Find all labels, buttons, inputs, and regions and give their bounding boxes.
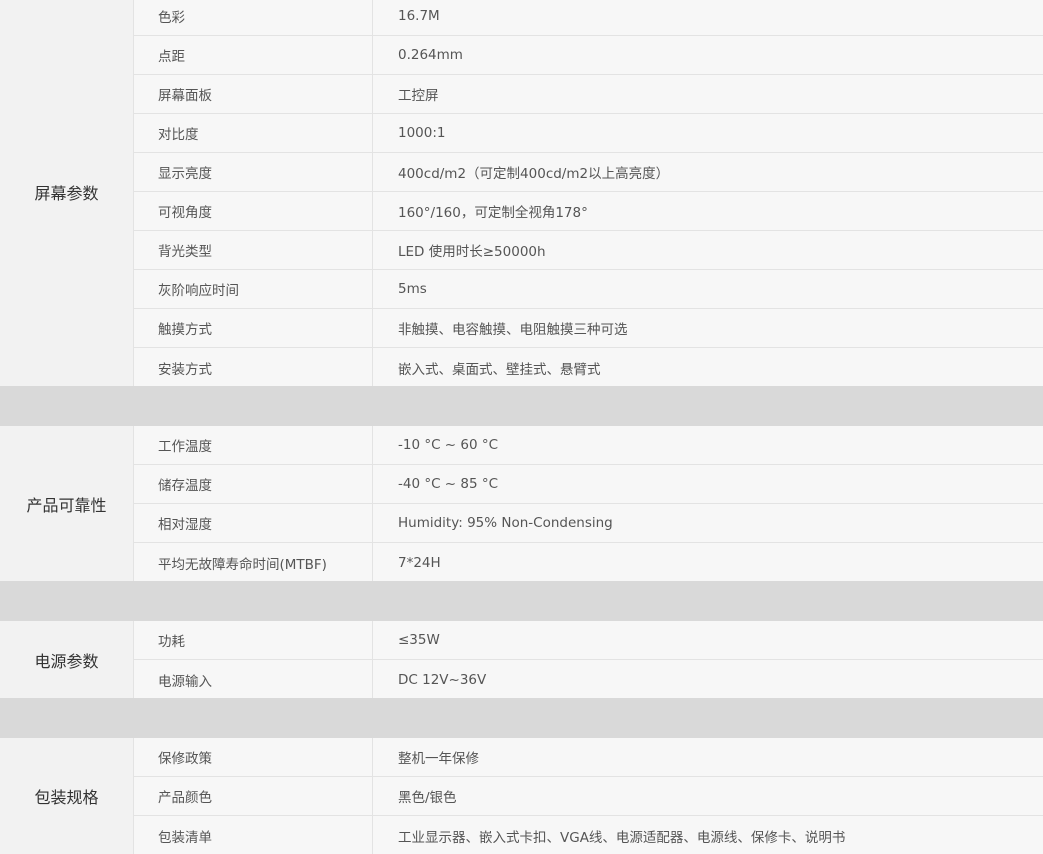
- spec-row: 产品颜色 黑色/银色: [134, 777, 1043, 816]
- spec-value: 160°/160，可定制全视角178°: [398, 205, 588, 221]
- spec-row: 点距 0.264mm: [134, 36, 1043, 75]
- spec-row: 相对湿度 Humidity: 95% Non-Condensing: [134, 504, 1043, 543]
- spec-label: 储存温度: [134, 465, 373, 503]
- spec-row: 背光类型 LED 使用时长≥50000h: [134, 231, 1043, 270]
- spec-row: 平均无故障寿命时间(MTBF) 7*24H: [134, 543, 1043, 582]
- spec-row: 灰阶响应时间 5ms: [134, 270, 1043, 309]
- spec-value: 非触摸、电容触摸、电阻触摸三种可选: [398, 322, 628, 338]
- category-label: 产品可靠性: [0, 426, 134, 581]
- spec-row: 对比度 1000:1: [134, 114, 1043, 153]
- spec-label: 安装方式: [134, 348, 373, 387]
- group-separator: [0, 698, 1043, 738]
- group-separator: [0, 386, 1043, 426]
- spec-value: LED 使用时长≥50000h: [398, 244, 546, 260]
- spec-row: 包装清单 工业显示器、嵌入式卡扣、VGA线、电源适配器、电源线、保修卡、说明书: [134, 816, 1043, 854]
- spec-label: 触摸方式: [134, 309, 373, 347]
- spec-rows: 功耗 ≤35W 电源输入 DC 12V~36V: [134, 621, 1043, 699]
- spec-value: DC 12V~36V: [398, 671, 487, 688]
- spec-label: 屏幕面板: [134, 75, 373, 113]
- spec-row: 工作温度 -10 °C ~ 60 °C: [134, 426, 1043, 465]
- spec-label: 对比度: [134, 114, 373, 152]
- spec-value: 1000:1: [398, 125, 446, 141]
- spec-value: 5ms: [398, 281, 427, 297]
- spec-value: 工控屏: [398, 88, 439, 104]
- spec-value: 7*24H: [398, 554, 441, 571]
- spec-rows: 色彩 16.7M 点距 0.264mm 屏幕面板 工控屏 对比度 1000:1 显示亮度…: [134, 0, 1043, 387]
- spec-label: 色彩: [134, 0, 373, 35]
- spec-label: 背光类型: [134, 231, 373, 269]
- spec-label: 平均无故障寿命时间(MTBF): [134, 543, 373, 582]
- spec-label: 相对湿度: [134, 504, 373, 542]
- spec-value: 400cd/m2（可定制400cd/m2以上高亮度）: [398, 166, 670, 182]
- spec-row: 屏幕面板 工控屏: [134, 75, 1043, 114]
- spec-label: 点距: [134, 36, 373, 74]
- spec-row: 可视角度 160°/160，可定制全视角178°: [134, 192, 1043, 231]
- spec-value: -10 °C ~ 60 °C: [398, 437, 499, 453]
- spec-group-power: 电源参数 功耗 ≤35W 电源输入 DC 12V~36V: [0, 621, 1043, 699]
- category-label: 电源参数: [0, 621, 134, 698]
- spec-row: 保修政策 整机一年保修: [134, 738, 1043, 777]
- spec-table: 屏幕参数 色彩 16.7M 点距 0.264mm 屏幕面板 工控屏 对比度 1000:1…: [0, 0, 1043, 854]
- spec-value: 16.7M: [398, 8, 440, 24]
- spec-row: 功耗 ≤35W: [134, 621, 1043, 660]
- spec-row: 色彩 16.7M: [134, 0, 1043, 36]
- spec-label: 工作温度: [134, 426, 373, 464]
- category-label: 包装规格: [0, 738, 134, 854]
- category-label: 屏幕参数: [0, 0, 134, 386]
- spec-label: 包装清单: [134, 816, 373, 854]
- spec-row: 电源输入 DC 12V~36V: [134, 660, 1043, 699]
- spec-group-packaging: 包装规格 保修政策 整机一年保修 产品颜色 黑色/银色 包装清单 工业显示器、嵌入式卡…: [0, 738, 1043, 854]
- spec-group-screen: 屏幕参数 色彩 16.7M 点距 0.264mm 屏幕面板 工控屏 对比度 1000:1…: [0, 0, 1043, 387]
- spec-value: ≤35W: [398, 632, 440, 648]
- spec-label: 可视角度: [134, 192, 373, 230]
- spec-label: 产品颜色: [134, 777, 373, 815]
- spec-rows: 保修政策 整机一年保修 产品颜色 黑色/银色 包装清单 工业显示器、嵌入式卡扣、VGA…: [134, 738, 1043, 854]
- spec-row: 显示亮度 400cd/m2（可定制400cd/m2以上高亮度）: [134, 153, 1043, 192]
- spec-value: 工业显示器、嵌入式卡扣、VGA线、电源适配器、电源线、保修卡、说明书: [398, 829, 846, 846]
- spec-label: 灰阶响应时间: [134, 270, 373, 308]
- spec-row: 触摸方式 非触摸、电容触摸、电阻触摸三种可选: [134, 309, 1043, 348]
- spec-group-reliability: 产品可靠性 工作温度 -10 °C ~ 60 °C 储存温度 -40 °C ~ 85…: [0, 426, 1043, 582]
- group-separator: [0, 581, 1043, 621]
- spec-label: 功耗: [134, 621, 373, 659]
- spec-rows: 工作温度 -10 °C ~ 60 °C 储存温度 -40 °C ~ 85 °C 相对…: [134, 426, 1043, 582]
- spec-label: 电源输入: [134, 660, 373, 699]
- spec-value: -40 °C ~ 85 °C: [398, 476, 499, 492]
- spec-label: 显示亮度: [134, 153, 373, 191]
- spec-value: 整机一年保修: [398, 751, 479, 767]
- spec-value: 0.264mm: [398, 47, 463, 63]
- spec-value: 黑色/银色: [398, 790, 457, 806]
- spec-value: Humidity: 95% Non-Condensing: [398, 515, 613, 531]
- spec-value: 嵌入式、桌面式、壁挂式、悬臂式: [398, 361, 601, 378]
- spec-row: 安装方式 嵌入式、桌面式、壁挂式、悬臂式: [134, 348, 1043, 387]
- spec-label: 保修政策: [134, 738, 373, 776]
- spec-row: 储存温度 -40 °C ~ 85 °C: [134, 465, 1043, 504]
